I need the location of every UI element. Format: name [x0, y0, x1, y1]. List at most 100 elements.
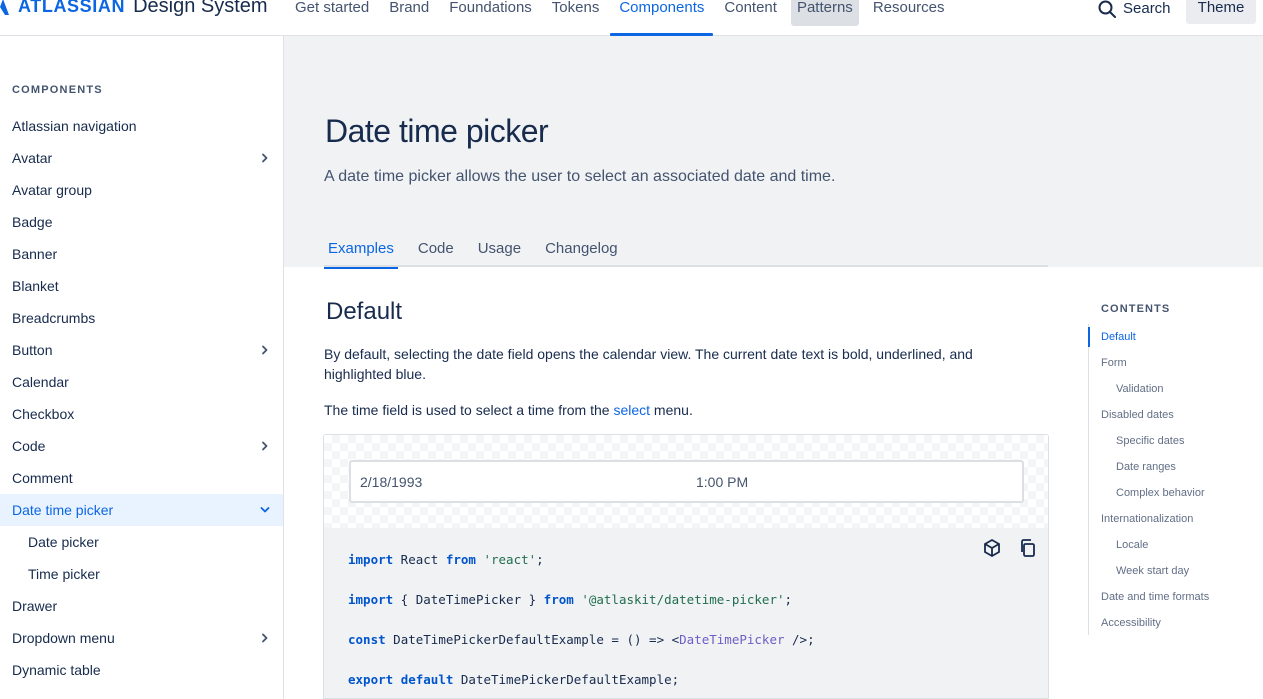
- sidebar-item-checkbox[interactable]: Checkbox: [0, 398, 283, 430]
- sidebar-item-avatar[interactable]: Avatar: [0, 142, 283, 174]
- nav-item-components[interactable]: Components: [609, 0, 714, 36]
- code-snippet: import React from 'react'; import { DateT…: [348, 552, 815, 698]
- sidebar-item-badge[interactable]: Badge: [0, 206, 283, 238]
- nav-item-label: Brand: [389, 0, 430, 16]
- datetime-picker-field[interactable]: 2/18/1993 1:00 PM: [349, 460, 1024, 503]
- nav-item-tokens[interactable]: Tokens: [542, 0, 610, 36]
- toc-item-accessibility[interactable]: Accessibility: [1089, 610, 1263, 636]
- sidebar-item-label: Date picker: [28, 534, 99, 550]
- chevron-right-icon[interactable]: [259, 632, 271, 644]
- toc-item-date-ranges[interactable]: Date ranges: [1089, 454, 1263, 480]
- select-link[interactable]: select: [613, 402, 650, 418]
- sidebar-item-label: Dynamic table: [12, 662, 101, 678]
- nav-item-label: Foundations: [449, 0, 532, 16]
- codesandbox-icon[interactable]: [982, 538, 1002, 558]
- sidebar: COMPONENTS Atlassian navigation Avatar Ava…: [0, 36, 284, 699]
- code-token: ;: [536, 552, 544, 567]
- copy-icon[interactable]: [1018, 538, 1038, 558]
- search-button[interactable]: Search: [1098, 0, 1171, 18]
- code-token: DateTimePickerDefaultExample = () => <: [385, 632, 680, 647]
- sidebar-item-time-picker[interactable]: Time picker: [0, 558, 283, 590]
- page-tabs: Examples Code Usage Changelog: [324, 240, 1048, 269]
- sidebar-item-label: Comment: [12, 470, 73, 486]
- search-icon: [1098, 0, 1116, 18]
- nav-item-resources[interactable]: Resources: [863, 0, 955, 36]
- sidebar-item-dynamic-table[interactable]: Dynamic table: [0, 654, 283, 686]
- sidebar-item-date-time-picker[interactable]: Date time picker: [0, 494, 283, 526]
- time-input[interactable]: 1:00 PM: [696, 474, 748, 490]
- code-token: 'react': [483, 552, 537, 567]
- sidebar-item-calendar[interactable]: Calendar: [0, 366, 283, 398]
- code-token: import: [348, 592, 394, 607]
- sidebar-item-date-picker[interactable]: Date picker: [0, 526, 283, 558]
- nav-item-get-started[interactable]: Get started: [285, 0, 379, 36]
- tab-code[interactable]: Code: [414, 240, 458, 267]
- tab-changelog[interactable]: Changelog: [541, 240, 622, 267]
- page-header-background: [284, 36, 1263, 267]
- code-token: DateTimePickerDefaultExample;: [453, 672, 680, 687]
- date-input[interactable]: 2/18/1993: [360, 474, 422, 490]
- code-line: import { DateTimePicker } from '@atlaski…: [348, 592, 815, 632]
- sidebar-item-label: Atlassian navigation: [12, 118, 137, 134]
- sidebar-item-banner[interactable]: Banner: [0, 238, 283, 270]
- code-token: />;: [784, 632, 815, 647]
- chevron-right-icon[interactable]: [259, 440, 271, 452]
- section-paragraph-select: The time field is used to select a time …: [324, 400, 693, 420]
- sidebar-item-blanket[interactable]: Blanket: [0, 270, 283, 302]
- toc-item-disabled-dates[interactable]: Disabled dates: [1089, 402, 1263, 428]
- sidebar-item-label: Avatar: [12, 150, 53, 166]
- atlassian-logo[interactable]: ATLASSIAN Design System: [0, 0, 268, 18]
- code-line: import React from 'react';: [348, 552, 815, 592]
- example-preview: 2/18/1993 1:00 PM: [324, 435, 1048, 528]
- sidebar-item-label: Calendar: [12, 374, 69, 390]
- toc-item-locale[interactable]: Locale: [1089, 532, 1263, 558]
- toc-item-date-and-time-formats[interactable]: Date and time formats: [1089, 584, 1263, 610]
- code-line: export default DateTimePickerDefaultExam…: [348, 672, 815, 698]
- code-token: DateTimePicker: [679, 632, 785, 647]
- toc-item-specific-dates[interactable]: Specific dates: [1089, 428, 1263, 454]
- nav-item-label: Patterns: [796, 0, 853, 16]
- toc-item-complex-behavior[interactable]: Complex behavior: [1089, 480, 1263, 506]
- sidebar-item-button[interactable]: Button: [0, 334, 283, 366]
- code-token: { DateTimePicker }: [393, 592, 544, 607]
- code-line: const DateTimePickerDefaultExample = () …: [348, 632, 815, 672]
- sidebar-item-drawer[interactable]: Drawer: [0, 590, 283, 622]
- chevron-right-icon[interactable]: [259, 152, 271, 164]
- toc-item-default[interactable]: Default: [1088, 324, 1263, 350]
- code-token: import: [348, 552, 394, 567]
- nav-item-foundations[interactable]: Foundations: [439, 0, 542, 36]
- chevron-right-icon[interactable]: [259, 344, 271, 356]
- sidebar-item-dropdown-menu[interactable]: Dropdown menu: [0, 622, 283, 654]
- nav-item-patterns[interactable]: Patterns: [790, 0, 859, 26]
- nav-item-label: Components: [619, 0, 705, 16]
- toc-item-form[interactable]: Form: [1089, 350, 1263, 376]
- code-token: from: [543, 592, 574, 607]
- theme-button[interactable]: Theme: [1186, 0, 1256, 24]
- sidebar-item-label: Date time picker: [12, 502, 114, 518]
- section-title: Default: [326, 298, 403, 325]
- sidebar-heading: COMPONENTS: [12, 84, 103, 96]
- paragraph-text: menu.: [650, 402, 693, 418]
- toc-item-internationalization[interactable]: Internationalization: [1089, 506, 1263, 532]
- nav-item-label: Tokens: [551, 0, 600, 16]
- code-token: export: [348, 672, 394, 687]
- sidebar-item-breadcrumbs[interactable]: Breadcrumbs: [0, 302, 283, 334]
- toc-item-week-start-day[interactable]: Week start day: [1089, 558, 1263, 584]
- tab-usage[interactable]: Usage: [474, 240, 525, 267]
- chevron-down-icon[interactable]: [259, 504, 271, 516]
- nav-item-label: Resources: [872, 0, 945, 16]
- code-token: ;: [784, 592, 793, 607]
- brand-suffix: Design System: [133, 0, 268, 17]
- toc-item-validation[interactable]: Validation: [1089, 376, 1263, 402]
- sidebar-item-avatar-group[interactable]: Avatar group: [0, 174, 283, 206]
- sidebar-item-code[interactable]: Code: [0, 430, 283, 462]
- nav-item-brand[interactable]: Brand: [379, 0, 439, 36]
- sidebar-item-label: Dropdown menu: [12, 630, 115, 646]
- nav-item-content[interactable]: Content: [714, 0, 787, 36]
- tab-examples[interactable]: Examples: [324, 240, 398, 269]
- sidebar-item-label: Blanket: [12, 278, 59, 294]
- sidebar-item-atlassian-navigation[interactable]: Atlassian navigation: [0, 110, 283, 142]
- search-label: Search: [1123, 0, 1171, 17]
- sidebar-item-comment[interactable]: Comment: [0, 462, 283, 494]
